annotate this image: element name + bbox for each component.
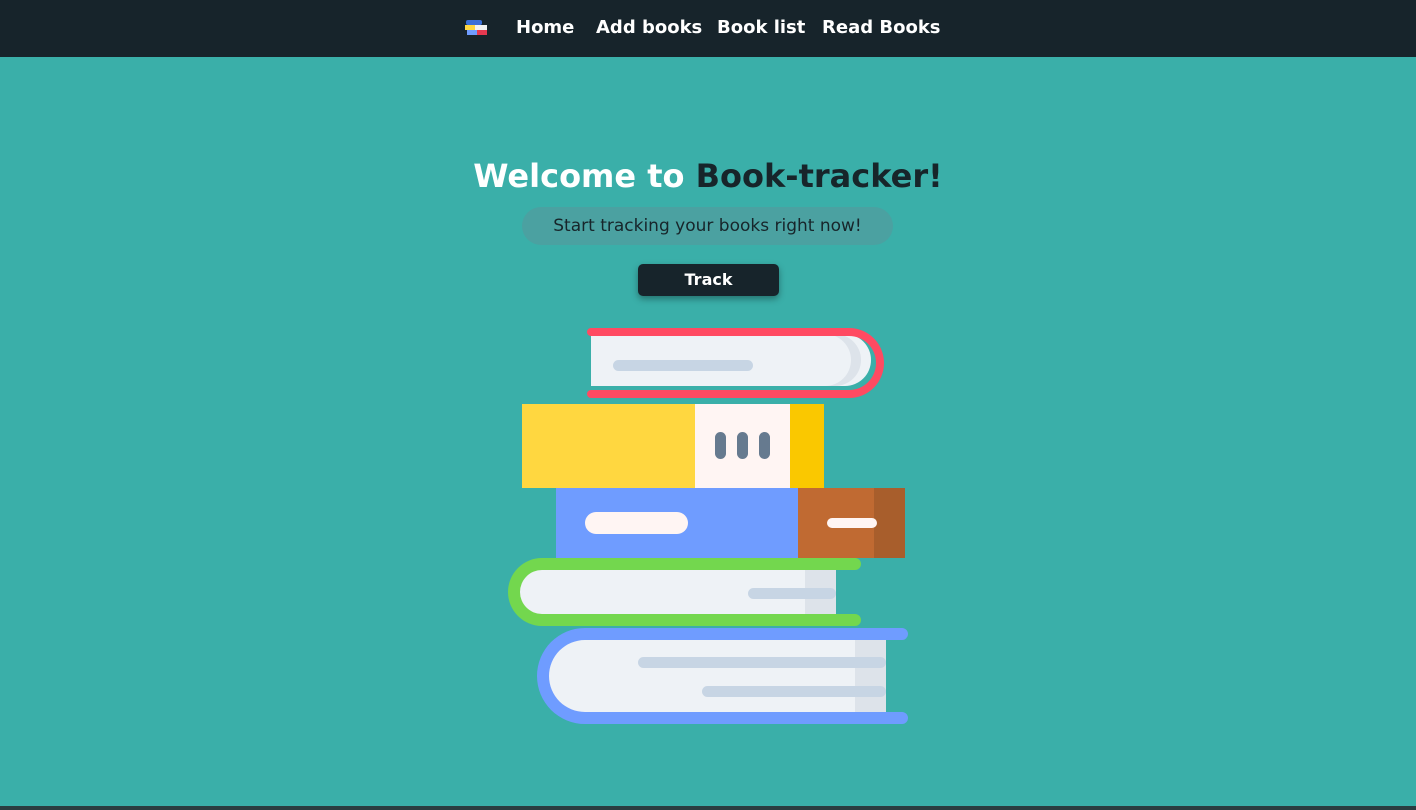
nav-link-home[interactable]: Home — [516, 16, 574, 40]
nav-link-add-books[interactable]: Add books — [596, 16, 702, 40]
title-brand: Book-tracker! — [695, 157, 943, 195]
bottom-divider — [0, 806, 1416, 810]
track-button[interactable]: Track — [638, 264, 779, 296]
page-title: Welcome to Book-tracker! — [0, 155, 1416, 197]
book-stack-illustration-icon — [508, 328, 908, 724]
subtitle-pill: Start tracking your books right now! — [522, 207, 893, 245]
title-prefix: Welcome to — [473, 157, 696, 195]
nav-link-book-list[interactable]: Book list — [717, 16, 805, 40]
nav-link-read-books[interactable]: Read Books — [822, 16, 941, 40]
top-navbar: Home Add books Book list Read Books — [0, 0, 1416, 57]
books-logo-icon[interactable] — [465, 19, 489, 36]
